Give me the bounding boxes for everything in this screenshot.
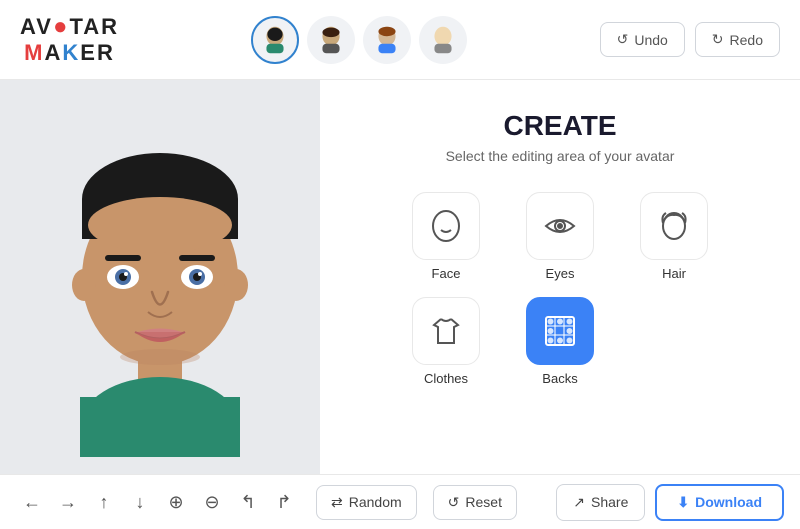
clothes-icon-box (412, 297, 480, 365)
option-clothes[interactable]: Clothes (401, 297, 491, 386)
option-hair[interactable]: Hair (629, 192, 719, 281)
app-logo: AV●TAR MAKER (20, 14, 119, 65)
undo-icon: ↺ (617, 31, 629, 48)
avatar-preview-4[interactable] (419, 16, 467, 64)
redo-label: Redo (730, 32, 763, 48)
logo-text-line2: MAKER (24, 41, 115, 65)
avatar-face (30, 117, 290, 437)
avatar-preview-2[interactable] (307, 16, 355, 64)
options-grid: Face Eyes (401, 192, 719, 386)
clothes-label: Clothes (424, 371, 468, 386)
bottom-toolbar: ← → ↑ ↓ ⊕ ⊖ ↰ ↱ ⇄ Random ↺ Reset ↗ Share… (0, 474, 800, 529)
rotate-left-button[interactable]: ↰ (232, 486, 264, 518)
eyes-label: Eyes (546, 266, 575, 281)
reset-label: Reset (465, 494, 502, 510)
hair-label: Hair (662, 266, 686, 281)
backs-label: Backs (542, 371, 577, 386)
redo-button[interactable]: ↻ Redo (695, 22, 780, 57)
avatar-preview-1[interactable] (251, 16, 299, 64)
random-icon: ⇄ (331, 494, 343, 511)
undo-label: Undo (634, 32, 667, 48)
create-panel: CREATE Select the editing area of your a… (320, 80, 800, 474)
share-label: Share (591, 494, 628, 510)
share-button[interactable]: ↗ Share (556, 484, 645, 521)
hair-icon-box (640, 192, 708, 260)
zoom-out-button[interactable]: ⊖ (196, 486, 228, 518)
header-actions: ↺ Undo ↻ Redo (600, 22, 780, 57)
nav-left-button[interactable]: ← (16, 486, 48, 518)
create-subtitle: Select the editing area of your avatar (446, 148, 675, 164)
reset-icon: ↺ (448, 494, 460, 511)
download-icon: ⬇ (677, 494, 689, 511)
redo-icon: ↻ (712, 31, 724, 48)
download-label: Download (695, 494, 762, 510)
eyes-icon-box (526, 192, 594, 260)
nav-up-button[interactable]: ↑ (88, 486, 120, 518)
zoom-in-button[interactable]: ⊕ (160, 486, 192, 518)
backs-icon-box (526, 297, 594, 365)
random-button[interactable]: ⇄ Random (316, 485, 417, 520)
toolbar-right: ↗ Share ⬇ Download (556, 484, 784, 521)
toolbar-left: ← → ↑ ↓ ⊕ ⊖ ↰ ↱ ⇄ Random ↺ Reset (16, 485, 517, 520)
rotate-right-button[interactable]: ↱ (268, 486, 300, 518)
undo-button[interactable]: ↺ Undo (600, 22, 685, 57)
avatar-preview-3[interactable] (363, 16, 411, 64)
logo-text-line1: AV●TAR (20, 14, 119, 40)
toolbar-nav: ← → ↑ ↓ ⊕ ⊖ ↰ ↱ (16, 486, 300, 518)
reset-button[interactable]: ↺ Reset (433, 485, 517, 520)
random-label: Random (349, 494, 402, 510)
option-eyes[interactable]: Eyes (515, 192, 605, 281)
option-face[interactable]: Face (401, 192, 491, 281)
app-header: AV●TAR MAKER (0, 0, 800, 80)
option-backs[interactable]: Backs (515, 297, 605, 386)
download-button[interactable]: ⬇ Download (655, 484, 784, 521)
nav-right-button[interactable]: → (52, 486, 84, 518)
avatar-canvas (0, 80, 320, 474)
main-content: CREATE Select the editing area of your a… (0, 80, 800, 474)
avatar-preview-list (251, 16, 467, 64)
share-icon: ↗ (573, 494, 585, 511)
face-label: Face (432, 266, 461, 281)
create-title: CREATE (503, 110, 616, 142)
nav-down-button[interactable]: ↓ (124, 486, 156, 518)
face-icon-box (412, 192, 480, 260)
